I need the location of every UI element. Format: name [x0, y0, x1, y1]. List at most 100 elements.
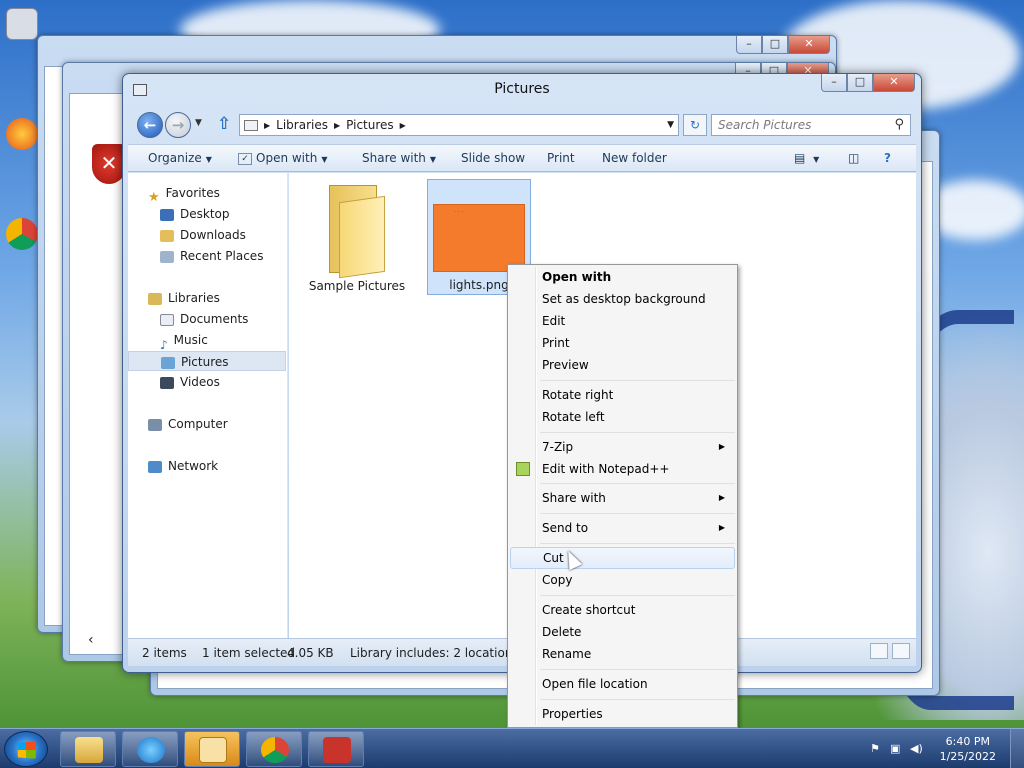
menu-copy[interactable]: Copy: [510, 569, 735, 591]
change-view-icon[interactable]: ▤ ▼: [794, 151, 819, 165]
videos-icon: [160, 376, 174, 389]
menu-delete[interactable]: Delete: [510, 621, 735, 643]
nav-favorites[interactable]: ★ Favorites: [148, 183, 306, 205]
share-with-button[interactable]: Share with ▼: [362, 151, 436, 165]
navigation-bar: ← → ▼ ⇧ ▶ Libraries ▶ Pictures ▶ ▼ ↻ Sea…: [135, 110, 911, 138]
caption-buttons: – □ ✕: [821, 74, 915, 92]
maximize-button[interactable]: □: [847, 74, 873, 92]
nav-computer[interactable]: Computer: [148, 414, 306, 434]
taskbar-explorer[interactable]: [60, 731, 116, 767]
search-icon[interactable]: ⚲: [894, 117, 904, 132]
taskbar-ie[interactable]: [122, 731, 178, 767]
nav-libraries[interactable]: Libraries: [148, 288, 306, 308]
menu-edit-notepadpp[interactable]: Edit with Notepad++: [510, 458, 735, 480]
menu-notepadpp-label: Edit with Notepad++: [542, 462, 670, 476]
menu-edit[interactable]: Edit: [510, 310, 735, 332]
menu-set-desktop-background[interactable]: Set as desktop background: [510, 288, 735, 310]
menu-separator: [540, 699, 735, 700]
menu-7zip[interactable]: 7-Zip ▶: [510, 436, 735, 458]
clock[interactable]: 6:40 PM 1/25/2022: [940, 734, 996, 764]
pictures-icon: [161, 356, 175, 369]
search-placeholder: Search Pictures: [718, 118, 812, 132]
show-desktop-button[interactable]: [1010, 729, 1024, 768]
menu-cut[interactable]: Cut: [510, 547, 735, 569]
breadcrumb-arrow-icon[interactable]: ▶: [334, 121, 340, 130]
large-icons-view-icon[interactable]: [892, 643, 910, 659]
address-bar[interactable]: ▶ Libraries ▶ Pictures ▶ ▼: [239, 114, 679, 136]
menu-create-shortcut[interactable]: Create shortcut: [510, 599, 735, 621]
preview-pane-icon[interactable]: ◫: [848, 151, 859, 165]
menu-separator: [540, 380, 735, 381]
chrome-icon: [261, 737, 289, 763]
folder-icon: [244, 119, 258, 131]
search-input[interactable]: Search Pictures ⚲: [711, 114, 911, 136]
taskbar-media-player[interactable]: [184, 731, 240, 767]
menu-separator: [540, 543, 735, 544]
close-button[interactable]: ✕: [873, 74, 915, 92]
downloads-icon: [160, 229, 174, 242]
forward-button[interactable]: →: [165, 112, 191, 138]
notepadpp-icon: [516, 462, 530, 476]
new-folder-button[interactable]: New folder: [602, 151, 667, 165]
volume-icon[interactable]: ◀): [910, 742, 923, 755]
details-view-icon[interactable]: [870, 643, 888, 659]
nav-network[interactable]: Network: [148, 456, 306, 476]
menu-send-to[interactable]: Send to ▶: [510, 517, 735, 539]
menu-open-file-location[interactable]: Open file location: [510, 673, 735, 695]
minimize-button[interactable]: –: [736, 36, 762, 54]
chrome-icon[interactable]: [2, 218, 42, 252]
navigation-pane: ★ Favorites Desktop Downloads Recent Plac…: [128, 173, 288, 639]
breadcrumb-libraries[interactable]: Libraries: [276, 118, 328, 132]
menu-rotate-right[interactable]: Rotate right: [510, 384, 735, 406]
documents-icon: [160, 313, 174, 326]
start-button[interactable]: [4, 731, 48, 767]
print-button[interactable]: Print: [547, 151, 575, 165]
explorer-icon: [75, 737, 103, 763]
menu-share-with[interactable]: Share with ▶: [510, 487, 735, 509]
checkmark-icon: ✓: [238, 152, 252, 165]
file-item-sample-pictures[interactable]: Sample Pictures: [305, 179, 409, 295]
status-item-count: 2 items: [142, 646, 187, 660]
nav-network-label: Network: [168, 459, 219, 473]
taskbar-toolbox[interactable]: [308, 731, 364, 767]
close-button[interactable]: ✕: [788, 36, 830, 54]
recycle-bin-icon[interactable]: [2, 8, 42, 42]
clock-time: 6:40 PM: [945, 735, 990, 748]
maximize-button[interactable]: □: [762, 36, 788, 54]
breadcrumb-pictures[interactable]: Pictures: [346, 118, 394, 132]
menu-print[interactable]: Print: [510, 332, 735, 354]
breadcrumb-arrow-icon[interactable]: ▶: [264, 121, 270, 130]
menu-properties[interactable]: Properties: [510, 703, 735, 725]
menu-separator: [540, 595, 735, 596]
up-icon[interactable]: ⇧: [217, 114, 231, 134]
nav-libraries-label: Libraries: [168, 291, 220, 305]
file-name: Sample Pictures: [308, 279, 406, 293]
organize-button[interactable]: Organize ▼: [148, 151, 212, 165]
image-thumbnail: · · ·: [433, 204, 525, 272]
menu-open-with[interactable]: Open with: [510, 266, 735, 288]
recent-pages-dropdown-icon[interactable]: ▼: [195, 118, 202, 128]
minimize-button[interactable]: –: [821, 74, 847, 92]
nav-pictures[interactable]: Pictures: [128, 351, 286, 371]
menu-rename[interactable]: Rename: [510, 643, 735, 665]
breadcrumb-arrow-icon[interactable]: ▶: [400, 121, 406, 130]
back-button[interactable]: ←: [137, 112, 163, 138]
status-selected: 1 item selected: [202, 646, 296, 660]
menu-rotate-left[interactable]: Rotate left: [510, 406, 735, 428]
help-icon[interactable]: ?: [884, 151, 891, 165]
scroll-left-icon[interactable]: ‹: [88, 632, 94, 648]
menu-preview[interactable]: Preview: [510, 354, 735, 376]
system-tray: ⚑ ▣ ◀) 6:40 PM 1/25/2022: [864, 729, 1024, 768]
clock-date: 1/25/2022: [939, 750, 996, 763]
network-icon[interactable]: ▣: [890, 742, 903, 755]
refresh-button[interactable]: ↻: [683, 114, 707, 136]
address-dropdown-icon[interactable]: ▼: [667, 120, 674, 130]
open-with-button[interactable]: ✓ Open with ▼: [238, 151, 327, 165]
share-with-label: Share with: [362, 151, 426, 165]
slide-show-button[interactable]: Slide show: [461, 151, 525, 165]
taskbar-chrome[interactable]: [246, 731, 302, 767]
computer-icon: [148, 418, 162, 431]
firefox-icon[interactable]: [2, 118, 42, 152]
taskbar: ⚑ ▣ ◀) 6:40 PM 1/25/2022: [0, 728, 1024, 768]
action-center-flag-icon[interactable]: ⚑: [870, 742, 883, 755]
